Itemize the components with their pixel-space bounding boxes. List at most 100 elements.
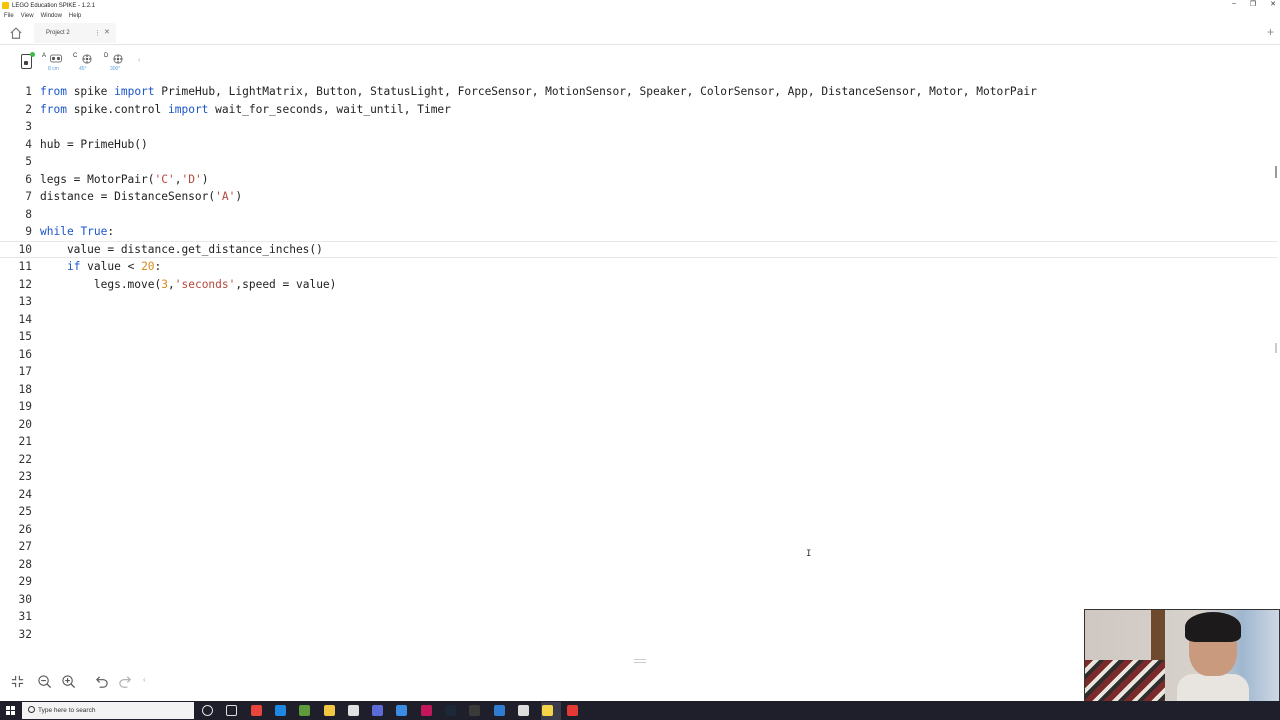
code-line[interactable]: 19 (0, 398, 1278, 416)
code-line[interactable]: 29 (0, 573, 1278, 591)
unity-icon[interactable] (517, 705, 529, 716)
windows-start-icon[interactable] (6, 706, 15, 715)
minimize-button[interactable]: – (1232, 0, 1236, 8)
code-text: distance = DistanceSensor('A') (36, 190, 242, 203)
edge-icon[interactable] (274, 705, 286, 716)
code-line[interactable]: 30 (0, 591, 1278, 609)
task-view-icon[interactable] (226, 705, 238, 716)
sticky-notes-icon[interactable] (542, 705, 554, 716)
obs-icon[interactable] (469, 705, 481, 716)
code-line[interactable]: 12 legs.move(3,'seconds',speed = value) (0, 276, 1278, 294)
webcam-shelf (1151, 610, 1165, 660)
new-tab-button[interactable]: + (1267, 25, 1274, 39)
snipping-icon[interactable] (372, 705, 384, 716)
port-value: 8 cm (48, 66, 59, 72)
code-line[interactable]: 9 while True: (0, 223, 1278, 241)
minecraft-icon[interactable] (299, 705, 311, 716)
keyword-token: import (168, 102, 209, 116)
string-token: 'C' (154, 172, 175, 186)
code-line[interactable]: 22 (0, 451, 1278, 469)
number-token: 20 (141, 260, 155, 274)
menu-window[interactable]: Window (41, 13, 62, 19)
code-line[interactable]: 5 (0, 153, 1278, 171)
code-line[interactable]: 8 (0, 206, 1278, 224)
search-icon (28, 706, 35, 713)
menu-view[interactable]: View (21, 13, 34, 19)
code-token: ) (201, 172, 209, 186)
line-number: 12 (18, 277, 32, 291)
code-line[interactable]: 23 (0, 468, 1278, 486)
code-token: PrimeHub, LightMatrix, Button, StatusLig… (154, 85, 1037, 99)
chrome-icon[interactable] (250, 705, 262, 716)
menu-help[interactable]: Help (69, 13, 81, 19)
zoom-out-button[interactable] (35, 672, 53, 690)
mail-icon[interactable] (396, 705, 408, 716)
tab-close-icon[interactable]: ✕ (104, 28, 110, 36)
editor-scrollbar-thumb[interactable] (1275, 166, 1277, 178)
taskbar-search-box[interactable]: Type here to search (22, 702, 194, 719)
menu-bar: File View Window Help (0, 11, 1280, 21)
tab-menu-icon[interactable]: ⋮ (94, 29, 101, 37)
spike-icon[interactable] (566, 705, 578, 716)
close-button[interactable]: ✕ (1270, 0, 1276, 8)
code-editor[interactable]: 1 from spike import PrimeHub, LightMatrix… (0, 83, 1280, 655)
restore-button[interactable]: ❐ (1250, 0, 1256, 8)
device-port-bar: A 8 cm C 45° D 300° ‹ (0, 45, 1280, 79)
file-explorer-icon[interactable] (323, 705, 335, 716)
collapse-ports-chevron-icon[interactable]: ‹ (138, 57, 140, 64)
code-line[interactable]: 1 from spike import PrimeHub, LightMatrix… (0, 83, 1278, 101)
code-line[interactable]: 11 if value < 20: (0, 258, 1278, 276)
line-number: 16 (18, 347, 32, 361)
code-line[interactable]: 7 distance = DistanceSensor('A') (0, 188, 1278, 206)
code-line[interactable]: 4 hub = PrimeHub() (0, 136, 1278, 154)
intellij-icon[interactable] (420, 705, 432, 716)
code-line[interactable]: 21 (0, 433, 1278, 451)
keyword-token: True (80, 225, 108, 239)
line-number: 11 (18, 260, 32, 274)
vscode-icon[interactable] (493, 705, 505, 716)
code-line[interactable]: 14 (0, 311, 1278, 329)
port-letter: A (42, 53, 47, 59)
keyword-token: if (66, 260, 81, 274)
menu-file[interactable]: File (4, 13, 14, 19)
code-line[interactable]: 3 (0, 118, 1278, 136)
code-line[interactable]: 15 (0, 328, 1278, 346)
code-line[interactable]: 13 (0, 293, 1278, 311)
code-line[interactable]: 20 (0, 416, 1278, 434)
code-token: hub = PrimeHub() (40, 137, 148, 151)
code-line[interactable]: 18 (0, 381, 1278, 399)
webcam-overlay (1084, 609, 1280, 702)
redo-button[interactable] (116, 672, 134, 690)
line-number: 17 (18, 365, 32, 379)
store-icon[interactable] (347, 705, 359, 716)
string-token: 'D' (181, 172, 202, 186)
code-line[interactable]: 6 legs = MotorPair('C','D') (0, 171, 1278, 189)
string-token: 'seconds' (174, 277, 236, 291)
cortana-icon[interactable] (202, 705, 213, 716)
tab-project-2[interactable]: Project 2 ⋮ ✕ (34, 23, 116, 43)
zoom-in-button[interactable] (59, 672, 77, 690)
port-letter: C (73, 53, 78, 59)
code-token: wait_for_seconds, wait_until, Timer (208, 102, 451, 116)
line-number: 26 (18, 522, 32, 536)
number-token: 3 (161, 277, 168, 291)
code-token: ,speed = value) (235, 277, 337, 291)
steam-icon[interactable] (445, 705, 456, 716)
code-line[interactable]: 28 (0, 556, 1278, 574)
code-text: value = distance.get_distance_inches() (36, 243, 323, 256)
code-line[interactable]: 24 (0, 486, 1278, 504)
fullscreen-button[interactable] (8, 672, 26, 690)
collapse-tools-chevron-icon[interactable]: ‹ (143, 675, 146, 684)
panel-splitter-handle[interactable] (634, 659, 646, 663)
code-token: spike.control (66, 102, 168, 116)
code-line[interactable]: 26 (0, 521, 1278, 539)
undo-button[interactable] (92, 672, 110, 690)
code-line[interactable]: 2 from spike.control import wait_for_seco… (0, 101, 1278, 119)
code-line[interactable]: 17 (0, 363, 1278, 381)
home-button[interactable] (8, 25, 24, 41)
code-line[interactable]: 25 (0, 503, 1278, 521)
code-line[interactable]: 16 (0, 346, 1278, 364)
code-line[interactable]: 10 value = distance.get_distance_inches(… (0, 240, 1278, 258)
code-line[interactable]: 27 (0, 538, 1278, 556)
editor-bottom-toolbar: ‹ (0, 666, 1080, 698)
